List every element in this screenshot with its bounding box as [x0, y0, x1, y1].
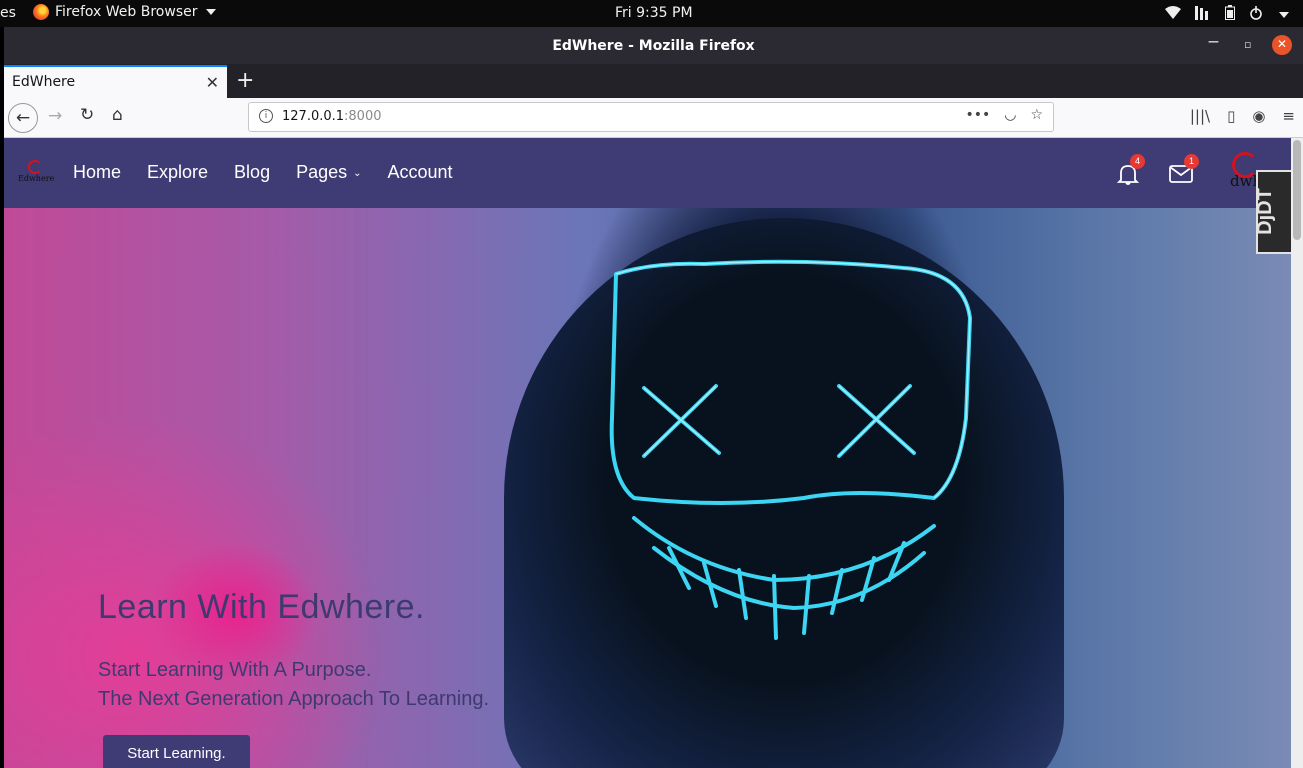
battery-icon: [1225, 5, 1235, 24]
os-top-bar: es Firefox Web Browser Fri 9:35 PM: [0, 0, 1303, 27]
hero-title: Learn With Edwhere.: [98, 588, 425, 626]
system-tray[interactable]: [1165, 5, 1289, 24]
new-tab-icon[interactable]: +: [236, 68, 254, 93]
nav-home[interactable]: Home: [73, 162, 121, 183]
django-debug-toolbar-handle[interactable]: DjDT: [1253, 170, 1291, 254]
notifications-badge: 4: [1130, 154, 1145, 169]
nav-blog[interactable]: Blog: [234, 162, 270, 183]
url-bar[interactable]: i 127.0.0.1:8000 ••• ◡ ☆: [248, 102, 1054, 132]
start-learning-button[interactable]: Start Learning.: [103, 735, 250, 768]
power-icon: [1249, 5, 1263, 24]
activities-button[interactable]: es: [0, 5, 16, 21]
clock[interactable]: Fri 9:35 PM: [615, 5, 693, 21]
app-menu-label: Firefox Web Browser: [55, 4, 198, 20]
chevron-down-icon: ⌄: [353, 168, 362, 179]
url-port: :8000: [344, 109, 382, 124]
close-tab-icon[interactable]: ✕: [206, 73, 219, 92]
tab-title: EdWhere: [12, 74, 76, 90]
hero-section: Learn With Edwhere. Start Learning With …: [4, 208, 1291, 768]
window-titlebar: EdWhere - Mozilla Firefox — ▫ ✕: [4, 27, 1303, 64]
url-host: 127.0.0.1: [282, 109, 345, 124]
hero-subtitle-line2: The Next Generation Approach To Learning…: [98, 688, 489, 710]
page-actions-icon[interactable]: •••: [965, 107, 990, 123]
forward-icon[interactable]: →: [48, 106, 62, 126]
messages-button[interactable]: 1: [1168, 154, 1199, 185]
url-text: 127.0.0.1:8000: [282, 109, 382, 124]
hero-subtitle: Start Learning With A Purpose. The Next …: [98, 656, 489, 714]
reload-icon[interactable]: ↻: [80, 105, 94, 125]
window-title: EdWhere - Mozilla Firefox: [552, 38, 755, 54]
close-window-icon[interactable]: ✕: [1272, 35, 1292, 55]
hero-subtitle-line1: Start Learning With A Purpose.: [98, 659, 372, 681]
brand-logo[interactable]: Edwhere: [18, 160, 55, 186]
app-menu[interactable]: Firefox Web Browser: [33, 4, 216, 20]
nav-explore[interactable]: Explore: [147, 162, 208, 183]
nav-pages-label: Pages: [296, 162, 348, 182]
site-info-icon[interactable]: i: [259, 109, 273, 123]
minimize-icon[interactable]: —: [1208, 35, 1219, 48]
nav-toolbar: ← → ↻ ⌂ i 127.0.0.1:8000 ••• ◡ ☆ |||\ ▯ …: [4, 98, 1303, 138]
chevron-down-icon: [1279, 11, 1289, 18]
brand-text: Edwhere: [18, 174, 55, 183]
chevron-down-icon: [205, 9, 216, 15]
messages-badge: 1: [1184, 154, 1199, 169]
notifications-button[interactable]: 4: [1116, 154, 1145, 186]
volume-icon: [1195, 5, 1211, 24]
home-icon[interactable]: ⌂: [112, 105, 123, 125]
tab-bar: EdWhere ✕ +: [4, 64, 1303, 98]
nav-pages-dropdown[interactable]: Pages ⌄: [296, 162, 361, 183]
web-page: Learn With Edwhere. Start Learning With …: [4, 138, 1291, 768]
sidebar-icon[interactable]: ▯: [1227, 107, 1235, 125]
logo-swirl-icon: [28, 160, 42, 174]
hamburger-menu-icon[interactable]: ≡: [1282, 107, 1295, 125]
firefox-icon: [33, 4, 49, 20]
page-scrollbar[interactable]: [1291, 138, 1303, 768]
scrollbar-thumb[interactable]: [1293, 140, 1301, 240]
pocket-icon[interactable]: ◡: [1004, 107, 1016, 123]
site-navbar: Edwhere Home Explore Blog Pages ⌄ Account…: [4, 138, 1291, 254]
bookmark-star-icon[interactable]: ☆: [1030, 107, 1043, 123]
account-icon[interactable]: ◉: [1252, 107, 1265, 125]
back-icon[interactable]: ←: [8, 103, 38, 133]
wifi-icon: [1165, 6, 1181, 23]
nav-account[interactable]: Account: [388, 162, 453, 183]
library-icon[interactable]: |||\: [1190, 107, 1210, 125]
tab-edwhere[interactable]: EdWhere ✕: [4, 65, 227, 98]
main-menu: Home Explore Blog Pages ⌄ Account: [73, 162, 453, 183]
djdt-label: DjDT: [1253, 188, 1276, 235]
maximize-icon[interactable]: ▫: [1244, 38, 1251, 51]
